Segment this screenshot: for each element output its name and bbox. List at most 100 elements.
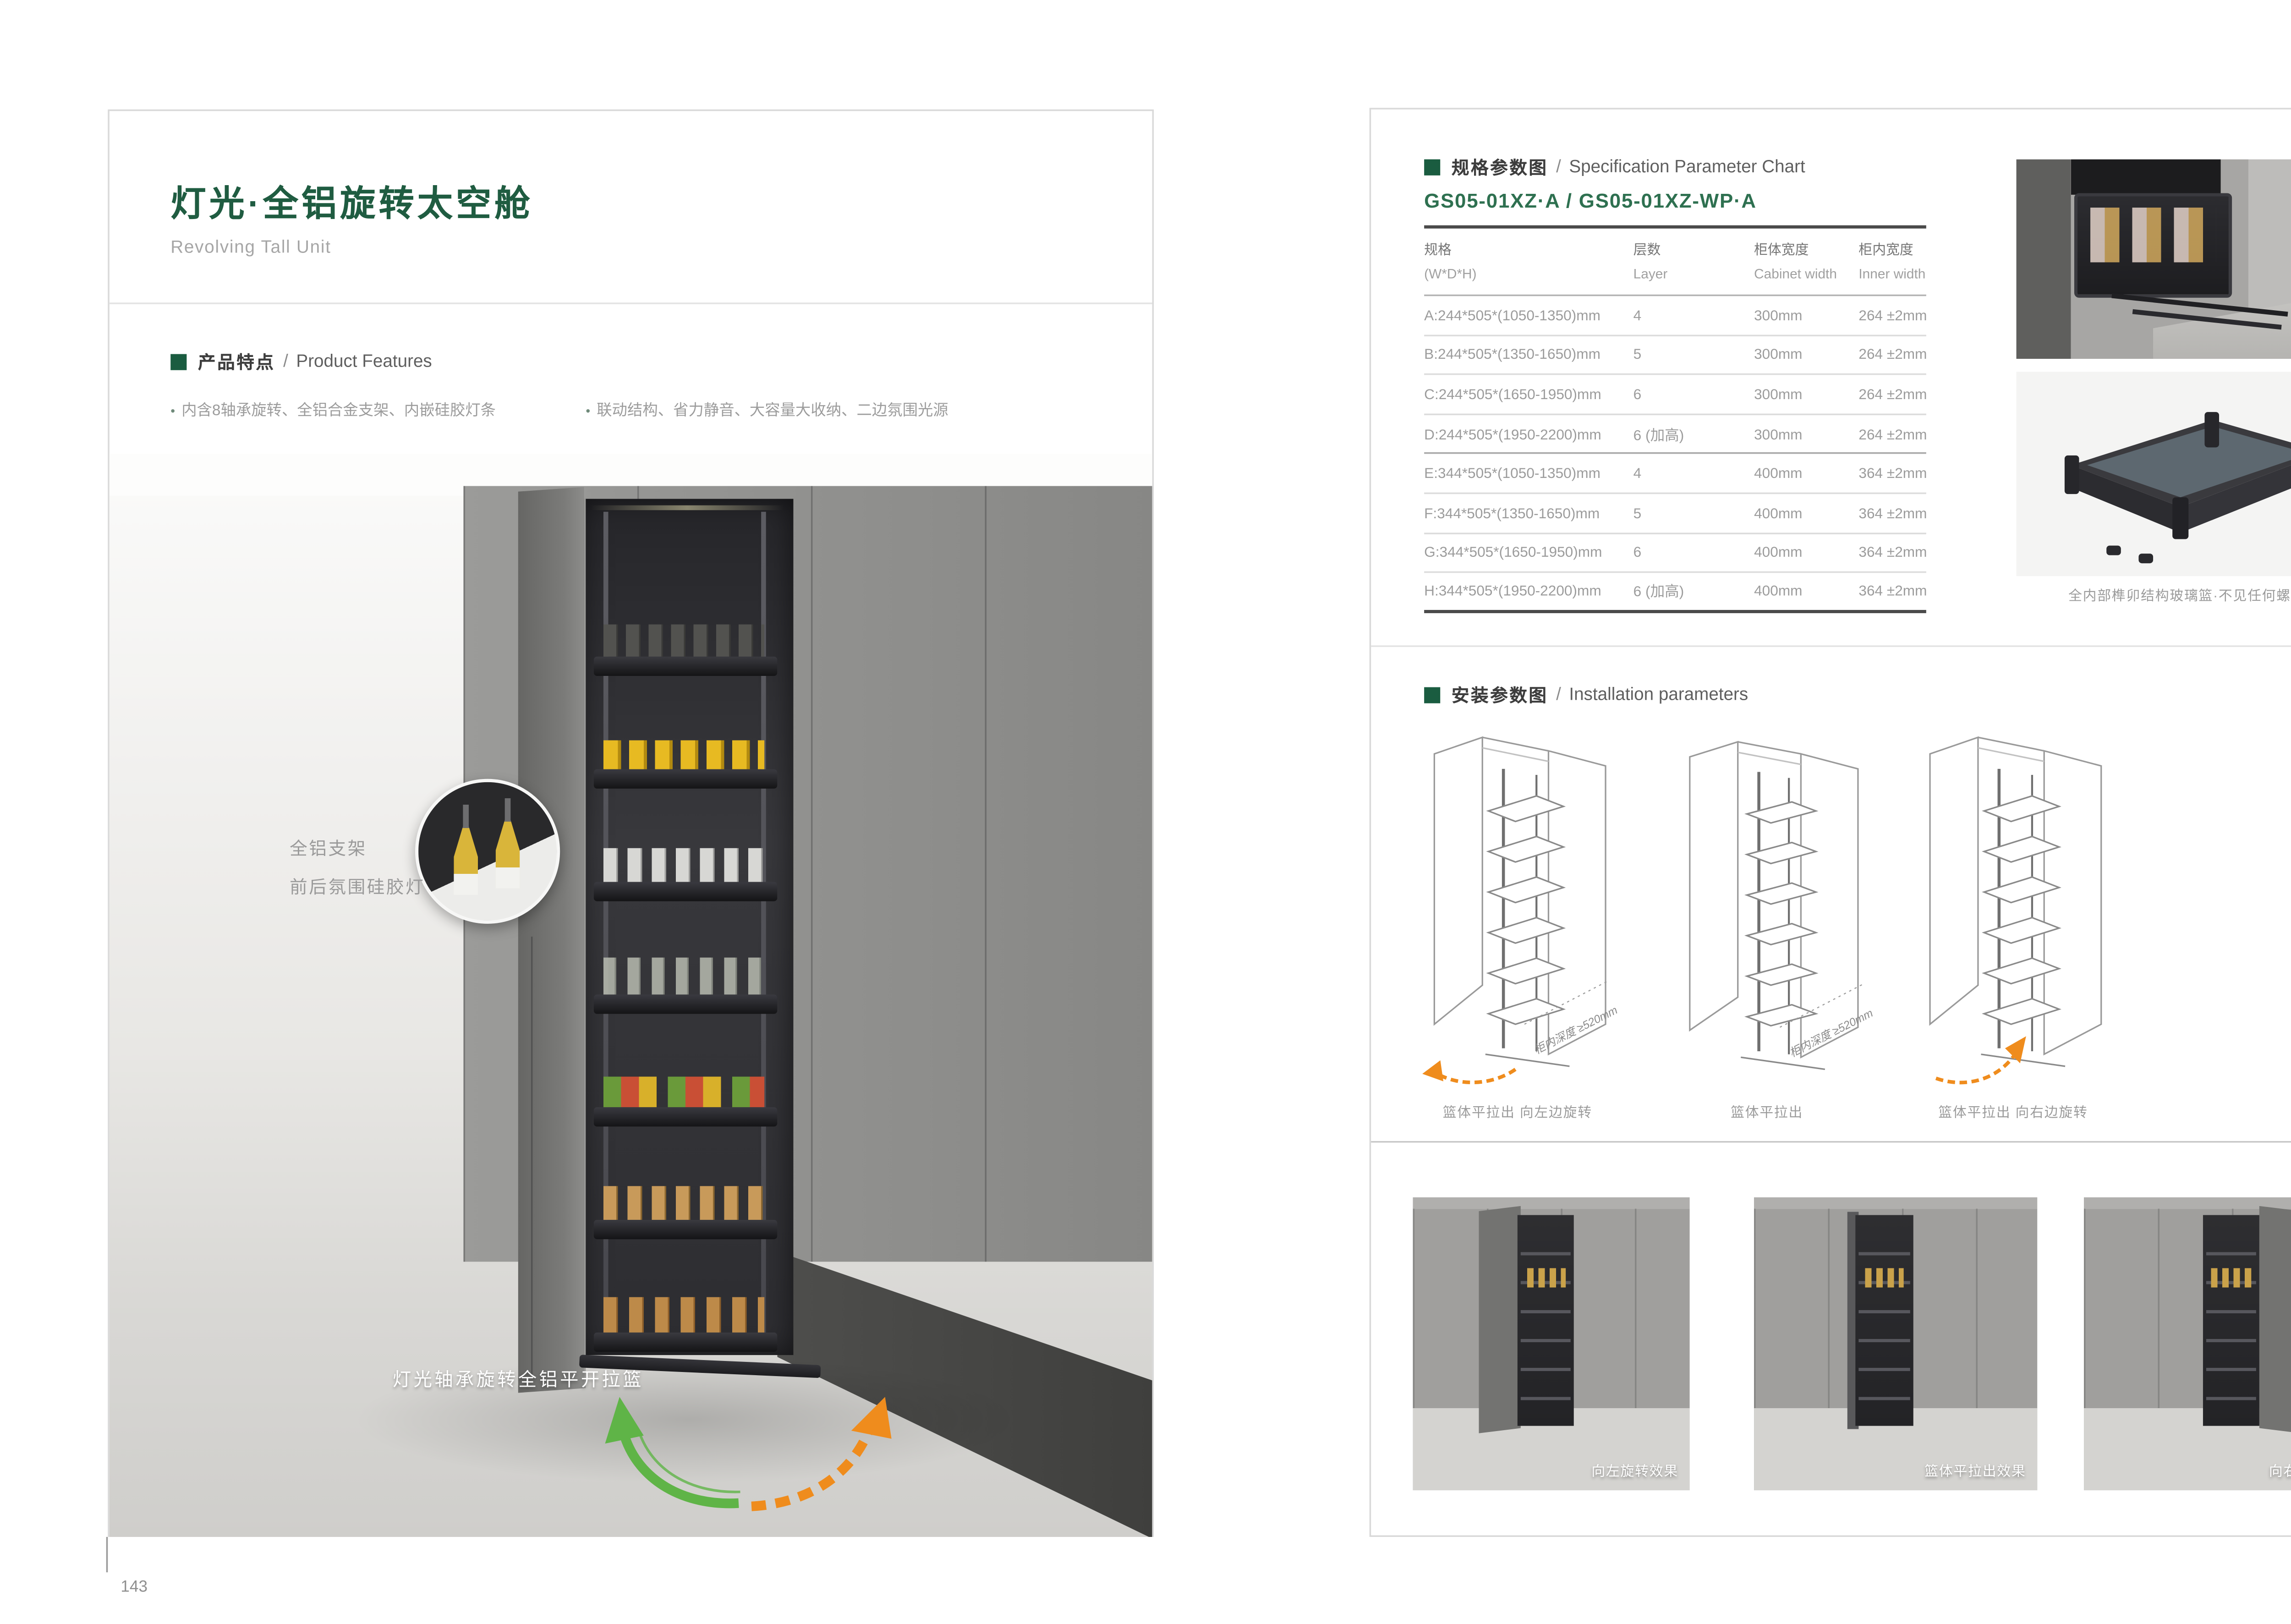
feature-text: 内含8轴承旋转、全铝合金支架、内嵌硅胶灯条 [181,402,496,420]
diagram-caption: 篮体平拉出 向左边旋转 [1397,1103,1638,1122]
diagram-caption: 篮体平拉出 [1646,1103,1888,1122]
table-row: C:244*505*(1650-1950)mm6300mm264 ±2mm [1424,375,1926,415]
table-row: H:344*505*(1950-2200)mm6 (加高)400mm364 ±2… [1424,573,1926,613]
install-heading: 安装参数图 / Installation parameters [1424,682,1748,708]
col-header-spec: 规格(W*D*H) [1424,240,1476,281]
divider [110,302,1152,304]
shelf-items [603,625,764,657]
page-left: 灯光·全铝旋转太空舱 Revolving Tall Unit 产品特点 / Pr… [108,110,1154,1537]
shelf-items-bottles [603,848,764,882]
divider [1371,645,2291,647]
install-heading-cn: 安装参数图 [1452,682,1548,708]
open-door [2259,1207,2291,1434]
pullout-basket [2074,193,2231,297]
hero-product-photo: 全铝支架 前后氛围硅胶灯 灯光轴承旋转全铝平开拉篮 [110,454,1152,1537]
install-diagram-rotate-left: 柜内深度 ≥520mm [1420,729,1645,1091]
shelves [1521,1227,1571,1408]
open-cabinet-door [518,487,586,1393]
spec-table-header: 规格(W*D*H) 层数Layer 柜体宽度Cabinet width 柜内宽度… [1424,229,1926,296]
diagram-caption: 篮体平拉出 向右边旋转 [1892,1103,2134,1122]
shelf-tray [594,1220,777,1239]
table-row: D:244*505*(1950-2200)mm6 (加高)300mm264 ±2… [1424,415,1926,454]
spec-heading-en: Specification Parameter Chart [1569,158,1805,177]
table-row: A:244*505*(1050-1350)mm4300mm264 ±2mm [1424,296,1926,335]
cabinet-interior [2071,159,2221,195]
features-heading-en: Product Features [296,352,432,372]
rotation-arrows [584,1374,906,1519]
col-header-cabinet-width: 柜体宽度Cabinet width [1754,240,1837,281]
title-block: 灯光·全铝旋转太空舱 Revolving Tall Unit [170,176,533,258]
shelf-tray [594,1107,777,1126]
result-photo-rotate-right: 向右旋转效果 [2084,1197,2291,1490]
features-heading-cn: 产品特点 [198,349,275,375]
photo-caption: 篮体平拉出效果 [1924,1461,2026,1481]
install-diagram-pull-out: 柜内深度 ≥520mm [1669,729,1894,1091]
section-marker-icon [170,354,186,370]
shelf-items [2211,1267,2251,1288]
bottle-label [496,867,520,889]
feature-item: • 内含8轴承旋转、全铝合金支架、内嵌硅胶灯条 [170,397,496,420]
shelf-tray [594,882,777,901]
shelf-items [1864,1267,1904,1288]
spec-photo-basket-in-cabinet [2017,159,2291,359]
tall-unit-cavity [581,499,794,1355]
detail-callout-circle [415,779,560,924]
callout-annotation: 全铝支架 前后氛围硅胶灯 [290,830,425,908]
shelves [2206,1227,2257,1408]
photo-caption: 向右旋转效果 [2269,1461,2291,1481]
shelf-items-bottles [603,1297,764,1333]
bullet-icon: • [170,404,175,419]
table-row: F:344*505*(1350-1650)mm5400mm364 ±2mm [1424,494,1926,533]
section-marker-icon [1424,159,1440,176]
install-diagram-rotate-right [1915,729,2140,1091]
shelf-items-cartons [603,1077,764,1108]
shelf-items-cans [603,741,764,769]
shelf-items [1526,1267,1565,1288]
feature-item: • 联动结构、省力静音、大容量大收纳、二边氛围光源 [586,397,948,420]
spec-heading: 规格参数图 / Specification Parameter Chart [1424,154,1805,180]
photo-annotation: 灯光轴承旋转全铝平开拉篮 [393,1366,644,1392]
shelf-items-bottles [603,958,764,995]
spec-heading-sep: / [1556,158,1561,177]
bottle-label [454,874,478,895]
features-heading-sep: / [283,352,288,372]
install-heading-sep: / [1556,686,1561,705]
shelves [1859,1227,1910,1408]
table-row: B:244*505*(1350-1650)mm5300mm264 ±2mm [1424,336,1926,375]
callout-leader-line [531,937,533,1374]
page-corner-line [106,1537,108,1572]
install-heading-en: Installation parameters [1569,686,1748,705]
basket-bottles [2089,208,2216,262]
shelf-items-bottles [603,1186,764,1220]
result-photo-pull-out: 篮体平拉出效果 [1754,1197,2037,1490]
page-title: 灯光·全铝旋转太空舱 [170,176,533,227]
shelf-tray [594,657,777,676]
spec-photo-caption: 全内部榫卯结构玻璃篮·不见任何螺丝 [2017,586,2291,605]
divider [1371,1141,2291,1143]
page-right: 规格参数图 / Specification Parameter Chart GS… [1370,108,2291,1537]
led-glow [591,505,784,510]
photo-caption: 向左旋转效果 [1591,1461,1678,1481]
page-number-left: 143 [121,1579,148,1597]
features-heading: 产品特点 / Product Features [170,349,432,375]
model-number: GS05-01XZ·A / GS05-01XZ-WP·A [1424,190,1757,212]
callout-line-2: 前后氛围硅胶灯 [290,869,425,908]
shelf-tray [594,1333,777,1352]
result-photo-rotate-left: 向左旋转效果 [1413,1197,1690,1490]
spec-heading-cn: 规格参数图 [1452,154,1548,180]
callout-line-1: 全铝支架 [290,830,425,869]
page-subtitle: Revolving Tall Unit [170,238,533,258]
table-row: E:344*505*(1050-1350)mm4400mm364 ±2mm [1424,455,1926,494]
feature-text: 联动结构、省力静音、大容量大收纳、二边氛围光源 [597,402,948,420]
table-row: G:344*505*(1650-1950)mm6400mm364 ±2mm [1424,533,1926,573]
spec-table: 规格(W*D*H) 层数Layer 柜体宽度Cabinet width 柜内宽度… [1424,225,1926,613]
col-header-layer: 层数Layer [1633,240,1668,281]
catalog-spread: 灯光·全铝旋转太空舱 Revolving Tall Unit 产品特点 / Pr… [0,0,2291,1624]
bullet-icon: • [586,404,590,419]
open-door [1479,1207,1521,1434]
shelf-tray [594,769,777,789]
glass-basket-render [2017,372,2291,576]
section-marker-icon [1424,687,1440,703]
col-header-inner-width: 柜内宽度Inner width [1858,240,1925,281]
shelf-tray [594,994,777,1014]
